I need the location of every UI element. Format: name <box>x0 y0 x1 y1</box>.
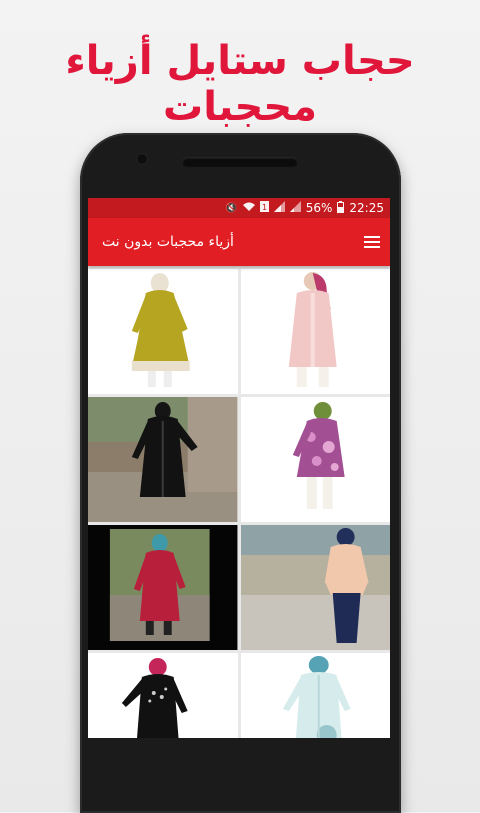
mute-icon: 🔇 <box>225 202 238 214</box>
app-screen: 🔇 1 56% 22:25 أزياء محجبات بدون نت <box>88 198 390 738</box>
svg-text:1: 1 <box>262 203 267 212</box>
camera-icon <box>136 153 148 165</box>
gallery-item-black-abaya[interactable] <box>88 397 238 522</box>
menu-icon[interactable] <box>364 236 380 248</box>
status-time: 22:25 <box>349 201 384 215</box>
wifi-icon <box>242 202 255 215</box>
outfit-gallery <box>88 266 390 738</box>
battery-icon <box>337 200 345 216</box>
signal-icon <box>273 201 285 215</box>
app-title: أزياء محجبات بدون نت <box>102 234 234 250</box>
promo-title: حجاب ستايل أزياء محجبات <box>65 38 415 130</box>
gallery-item-mustard-tunic[interactable] <box>88 269 238 394</box>
sim-icon: 1 <box>259 201 269 215</box>
gallery-item-white-coat[interactable] <box>240 653 390 738</box>
app-bar: أزياء محجبات بدون نت <box>88 218 390 266</box>
gallery-item-black-embellished[interactable] <box>88 653 238 738</box>
gallery-item-burgundy-coat[interactable] <box>88 525 238 650</box>
phone-frame: 🔇 1 56% 22:25 أزياء محجبات بدون نت <box>80 133 401 813</box>
gallery-item-pink-coat[interactable] <box>240 269 390 394</box>
status-bar: 🔇 1 56% 22:25 <box>88 198 390 218</box>
signal-icon <box>289 201 301 215</box>
battery-percent: 56% <box>305 201 333 215</box>
gallery-item-peplum-navy[interactable] <box>240 525 390 650</box>
gallery-item-floral-tunic[interactable] <box>240 397 390 522</box>
phone-speaker <box>182 157 298 167</box>
